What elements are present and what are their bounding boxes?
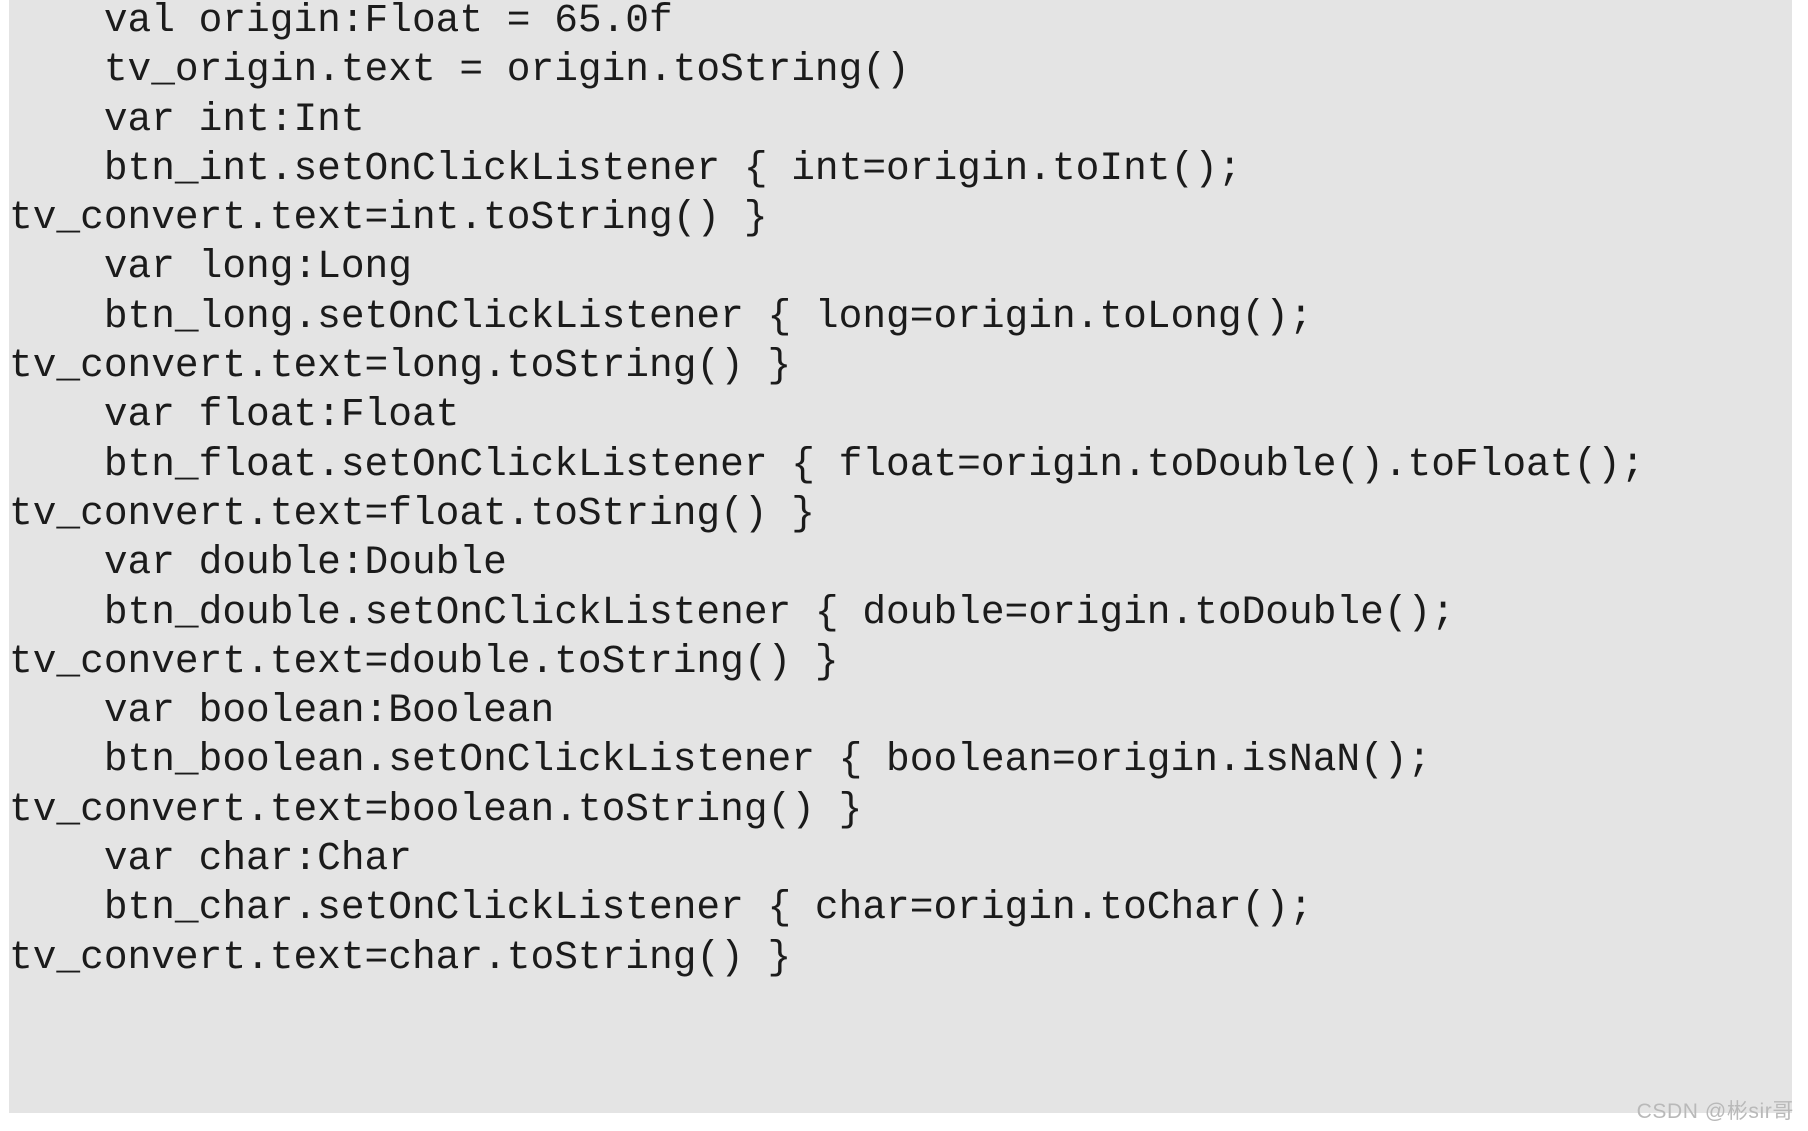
code-line: tv_convert.text=float.toString() }: [9, 490, 815, 536]
code-line: var boolean:Boolean: [9, 688, 555, 734]
code-line: val origin:Float = 65.0f: [9, 0, 673, 43]
code-line: var float:Float: [9, 392, 460, 438]
page-root: val origin:Float = 65.0f tv_origin.text …: [0, 0, 1808, 1131]
code-line: var double:Double: [9, 540, 507, 586]
code-line: tv_convert.text=char.toString() }: [9, 934, 792, 980]
code-block: val origin:Float = 65.0f tv_origin.text …: [9, 0, 1792, 1113]
code-line: btn_int.setOnClickListener { int=origin.…: [9, 145, 1242, 191]
code-lines-container: val origin:Float = 65.0f tv_origin.text …: [9, 0, 1792, 982]
code-line: btn_long.setOnClickListener { long=origi…: [9, 293, 1313, 339]
code-line: btn_double.setOnClickListener { double=o…: [9, 589, 1455, 635]
code-line: tv_convert.text=boolean.toString() }: [9, 786, 863, 832]
code-line: var char:Char: [9, 836, 412, 882]
code-line: btn_char.setOnClickListener { char=origi…: [9, 885, 1313, 931]
csdn-watermark: CSDN @彬sir哥: [1636, 1100, 1794, 1123]
code-line: tv_origin.text = origin.toString(): [9, 47, 910, 93]
code-line: var int:Int: [9, 96, 365, 142]
code-line: var long:Long: [9, 244, 412, 290]
code-line: tv_convert.text=int.toString() }: [9, 195, 768, 241]
code-line: btn_boolean.setOnClickListener { boolean…: [9, 737, 1432, 783]
code-line: tv_convert.text=double.toString() }: [9, 638, 839, 684]
code-line: tv_convert.text=long.toString() }: [9, 343, 792, 389]
code-line: btn_float.setOnClickListener { float=ori…: [9, 441, 1645, 487]
